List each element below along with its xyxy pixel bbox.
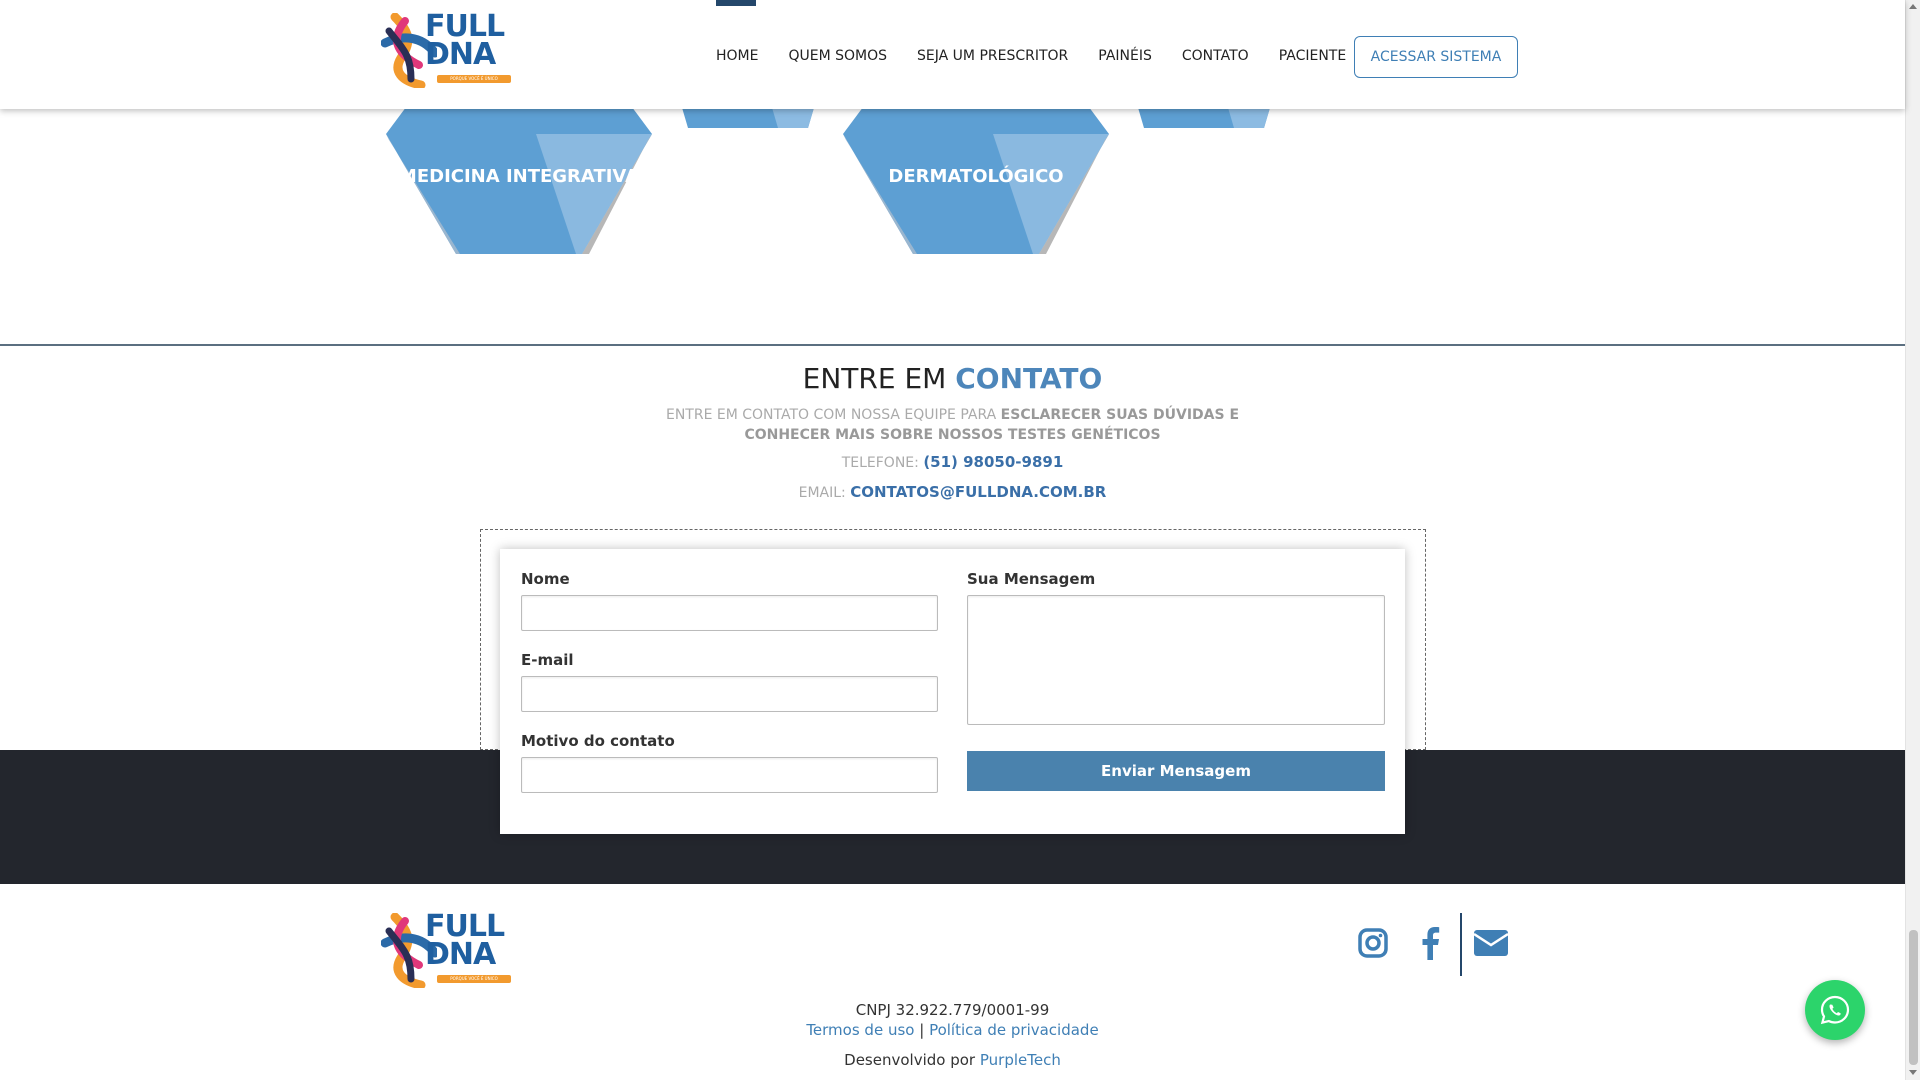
whatsapp-button[interactable] — [1805, 980, 1865, 1040]
contact-title-plain: ENTRE EM — [802, 362, 947, 395]
section-divider — [0, 344, 1905, 346]
page-scrollbar[interactable] — [1905, 0, 1920, 1080]
name-input[interactable] — [521, 595, 938, 631]
logo-tagline: PORQUE VOCÊ É ÚNICO — [437, 75, 511, 83]
developer-credit: Desenvolvido por PurpleTech — [0, 1051, 1905, 1069]
email-label: EMAIL: — [798, 485, 846, 501]
name-label: Nome — [521, 570, 570, 588]
message-textarea[interactable] — [967, 595, 1385, 725]
reason-input[interactable] — [521, 757, 938, 793]
send-message-button[interactable]: Enviar Mensagem — [967, 751, 1385, 791]
nav-seja-prescritor[interactable]: SEJA UM PRESCRITOR — [917, 0, 1068, 109]
reason-label: Motivo do contato — [521, 732, 675, 750]
nav-paciente[interactable]: PACIENTE — [1279, 0, 1347, 109]
acessar-sistema-button[interactable]: ACESSAR SISTEMA — [1354, 36, 1518, 78]
phone-value[interactable]: (51) 98050-9891 — [923, 453, 1063, 471]
scroll-thumb[interactable] — [1909, 930, 1918, 1065]
contact-phone: TELEFONE: (51) 98050-9891 — [0, 453, 1905, 471]
nav-quem-somos[interactable]: QUEM SOMOS — [788, 0, 887, 109]
contact-title-accent: CONTATO — [955, 362, 1103, 395]
cnpj-text: CNPJ 32.922.779/0001-99 — [855, 1001, 1050, 1019]
dev-prefix: Desenvolvido por — [844, 1051, 976, 1069]
contact-description: ENTRE EM CONTATO COM NOSSA EQUIPE PARA E… — [650, 405, 1255, 445]
privacy-link[interactable]: Política de privacidade — [929, 1021, 1099, 1039]
scroll-down-arrow-icon[interactable] — [1909, 1070, 1917, 1075]
envelope-icon[interactable] — [1472, 925, 1510, 961]
email-field-label: E-mail — [521, 651, 574, 669]
site-header: FULL DNA PORQUE VOCÊ É ÚNICO HOME QUEM S… — [0, 0, 1905, 109]
contact-form: Nome E-mail Motivo do contato Sua Mensag… — [500, 549, 1405, 834]
terms-link[interactable]: Termos de uso — [806, 1021, 914, 1039]
legal-links: Termos de uso | Política de privacidade — [0, 1021, 1905, 1039]
whatsapp-icon — [1820, 995, 1850, 1025]
logo-tagline: PORQUE VOCÊ É ÚNICO — [437, 975, 511, 983]
contact-title: ENTRE EM CONTATO — [0, 362, 1905, 395]
phone-label: TELEFONE: — [841, 455, 919, 471]
logo-word-dna: DNA — [425, 937, 496, 972]
logo-wordmark: FULL DNA — [425, 912, 505, 972]
email-input[interactable] — [521, 676, 938, 712]
hex-label: MEDICINA INTEGRATIVA — [398, 166, 640, 187]
nav-paineis[interactable]: PAINÉIS — [1098, 0, 1152, 109]
logo-wordmark: FULL DNA — [425, 12, 505, 72]
email-value[interactable]: CONTATOS@FULLDNA.COM.BR — [850, 483, 1106, 501]
social-divider — [1460, 913, 1462, 976]
developer-link[interactable]: PurpleTech — [980, 1051, 1061, 1069]
nav-contato[interactable]: CONTATO — [1182, 0, 1249, 109]
footer-logo[interactable]: FULL DNA PORQUE VOCÊ É ÚNICO — [381, 912, 516, 988]
contact-email: EMAIL: CONTATOS@FULLDNA.COM.BR — [0, 483, 1905, 501]
scroll-up-arrow-icon[interactable] — [1909, 4, 1917, 9]
facebook-icon[interactable] — [1412, 925, 1448, 961]
nav-home[interactable]: HOME — [716, 0, 758, 109]
header-logo[interactable]: FULL DNA PORQUE VOCÊ É ÚNICO — [381, 12, 516, 88]
message-label: Sua Mensagem — [967, 570, 1096, 588]
hex-label: DERMATOLÓGICO — [888, 166, 1064, 187]
legal-separator: | — [919, 1021, 925, 1039]
instagram-icon[interactable] — [1355, 925, 1391, 961]
logo-word-dna: DNA — [425, 37, 496, 72]
main-nav: HOME QUEM SOMOS SEJA UM PRESCRITOR PAINÉ… — [716, 0, 1376, 109]
contact-desc-plain: ENTRE EM CONTATO COM NOSSA EQUIPE PARA — [665, 407, 997, 423]
